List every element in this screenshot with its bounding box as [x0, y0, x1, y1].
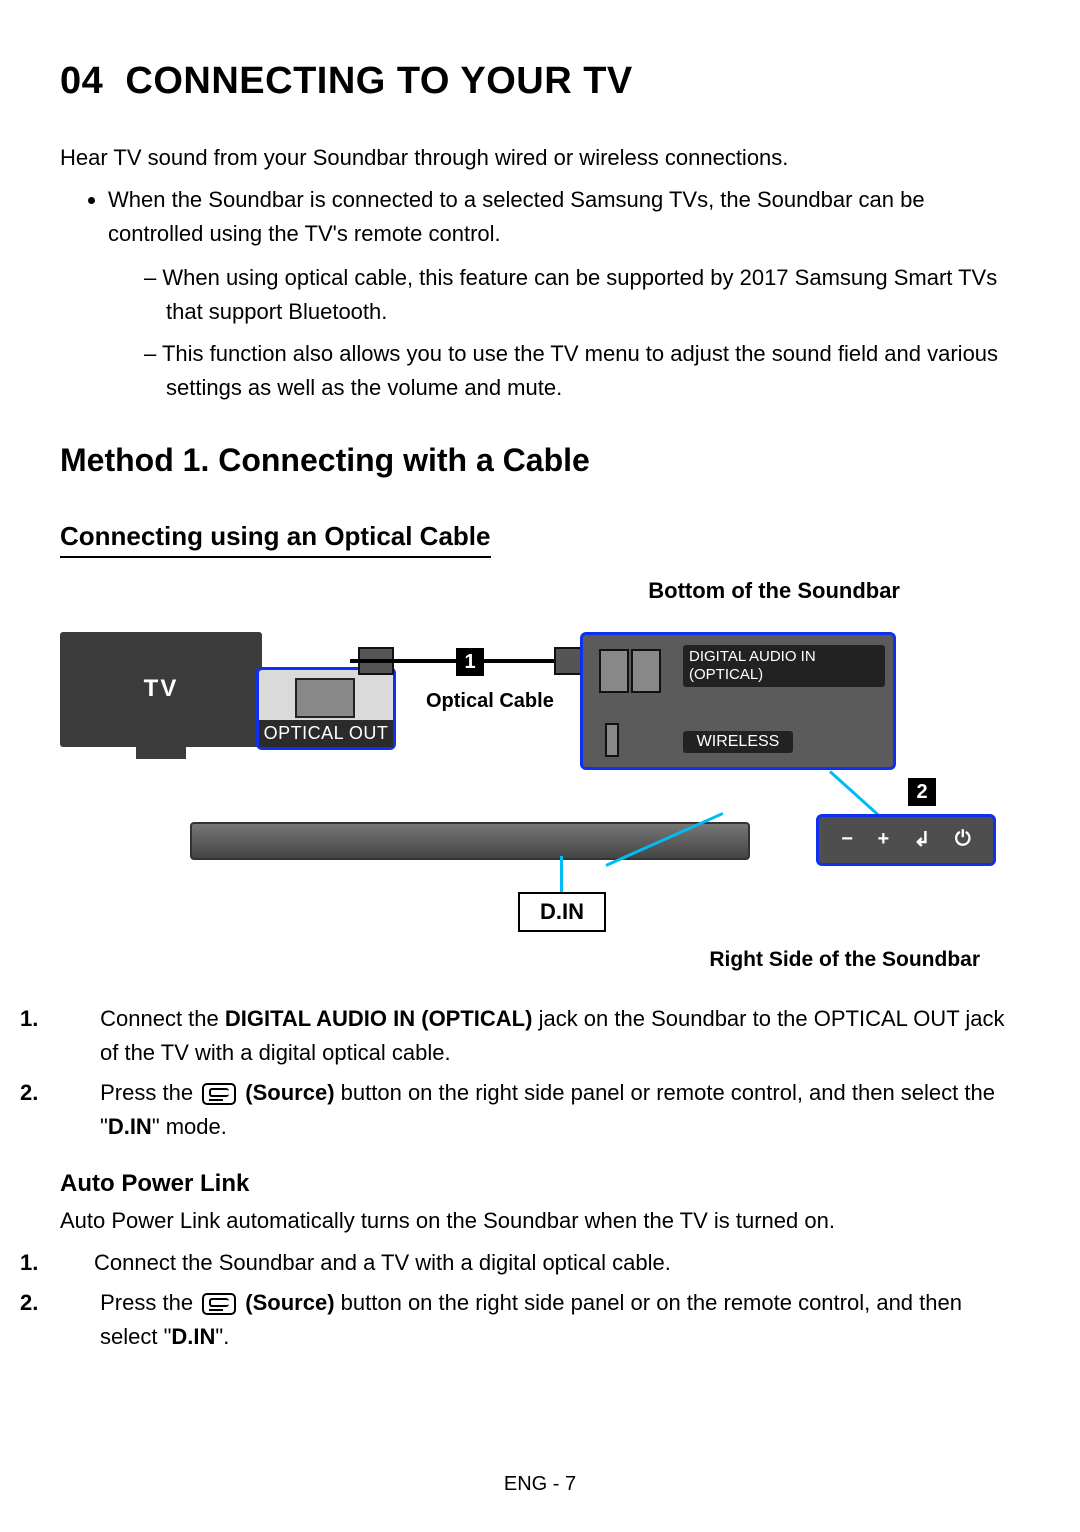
section-title-text: CONNECTING TO YOUR TV [125, 60, 632, 102]
soundbar-side-panel: − + ↲ ⏻ [816, 814, 996, 866]
step-item: Connect the DIGITAL AUDIO IN (OPTICAL) j… [60, 1002, 1020, 1070]
step-item: Connect the Soundbar and a TV with a dig… [60, 1246, 1020, 1280]
step-text: ". [215, 1324, 229, 1349]
step-bold: D.IN [171, 1324, 215, 1349]
step-bold: (Source) [245, 1080, 334, 1105]
steps-list-a: Connect the DIGITAL AUDIO IN (OPTICAL) j… [60, 1002, 1020, 1144]
sub-heading: Connecting using an Optical Cable [60, 521, 491, 558]
section-number: 04 [60, 60, 103, 102]
port-icon [599, 649, 629, 693]
optical-cable-label: Optical Cable [426, 690, 554, 713]
method-heading: Method 1. Connecting with a Cable [60, 442, 1020, 479]
power-icon: ⏻ [955, 828, 971, 851]
step-bold: (Source) [245, 1290, 334, 1315]
tv-optical-out-port: OPTICAL OUT [256, 667, 396, 750]
din-callout: D.IN [518, 892, 606, 932]
callout-badge-2: 2 [908, 778, 936, 806]
step-bold: DIGITAL AUDIO IN (OPTICAL) [225, 1006, 533, 1031]
bullet-item: When the Soundbar is connected to a sele… [108, 183, 1020, 406]
port-icon [295, 678, 355, 718]
diagram-bottom-right-label: Right Side of the Soundbar [60, 948, 1020, 972]
intro-bullets: When the Soundbar is connected to a sele… [60, 183, 1020, 406]
tv-illustration: TV [60, 632, 262, 747]
connection-diagram: TV OPTICAL OUT 1 Optical Cable DIGITAL A… [60, 612, 1020, 942]
volume-minus-icon: − [841, 828, 853, 851]
source-icon: ↲ [914, 827, 931, 852]
step-text: Connect the [100, 1006, 225, 1031]
pointer-line [560, 856, 563, 896]
optical-out-label: OPTICAL OUT [259, 720, 393, 747]
soundbar-body-illustration [190, 822, 750, 860]
auto-power-link-text: Auto Power Link automatically turns on t… [60, 1204, 1020, 1238]
step-item: Press the (Source) button on the right s… [60, 1286, 1020, 1354]
page-number: ENG - 7 [0, 1473, 1080, 1496]
soundbar-bottom-ports: DIGITAL AUDIO IN (OPTICAL) WIRELESS [580, 632, 896, 770]
diagram-wrap: Bottom of the Soundbar TV OPTICAL OUT 1 … [60, 578, 1020, 972]
port-label-wireless: WIRELESS [683, 731, 793, 753]
tv-label: TV [60, 675, 262, 703]
step-item: Press the (Source) button on the right s… [60, 1076, 1020, 1144]
port-label-optical: DIGITAL AUDIO IN (OPTICAL) [683, 645, 885, 687]
step-bold: D.IN [108, 1114, 152, 1139]
section-title: 04 CONNECTING TO YOUR TV [60, 60, 1020, 103]
port-icon [631, 649, 661, 693]
volume-plus-icon: + [877, 828, 889, 851]
dash-item: This function also allows you to use the… [144, 337, 1020, 405]
source-button-icon [202, 1293, 236, 1315]
callout-badge-1: 1 [456, 648, 484, 676]
port-icon [605, 723, 619, 757]
source-button-icon [202, 1083, 236, 1105]
steps-list-b: Connect the Soundbar and a TV with a dig… [60, 1246, 1020, 1354]
bullet-text: When the Soundbar is connected to a sele… [108, 187, 925, 246]
step-text: Press the [100, 1290, 199, 1315]
dash-item: When using optical cable, this feature c… [144, 261, 1020, 329]
dash-list: When using optical cable, this feature c… [108, 261, 1020, 405]
step-text: Press the [100, 1080, 199, 1105]
auto-power-link-heading: Auto Power Link [60, 1170, 1020, 1198]
step-text: " mode. [152, 1114, 227, 1139]
intro-text: Hear TV sound from your Soundbar through… [60, 145, 1020, 171]
diagram-top-label: Bottom of the Soundbar [60, 578, 1020, 604]
